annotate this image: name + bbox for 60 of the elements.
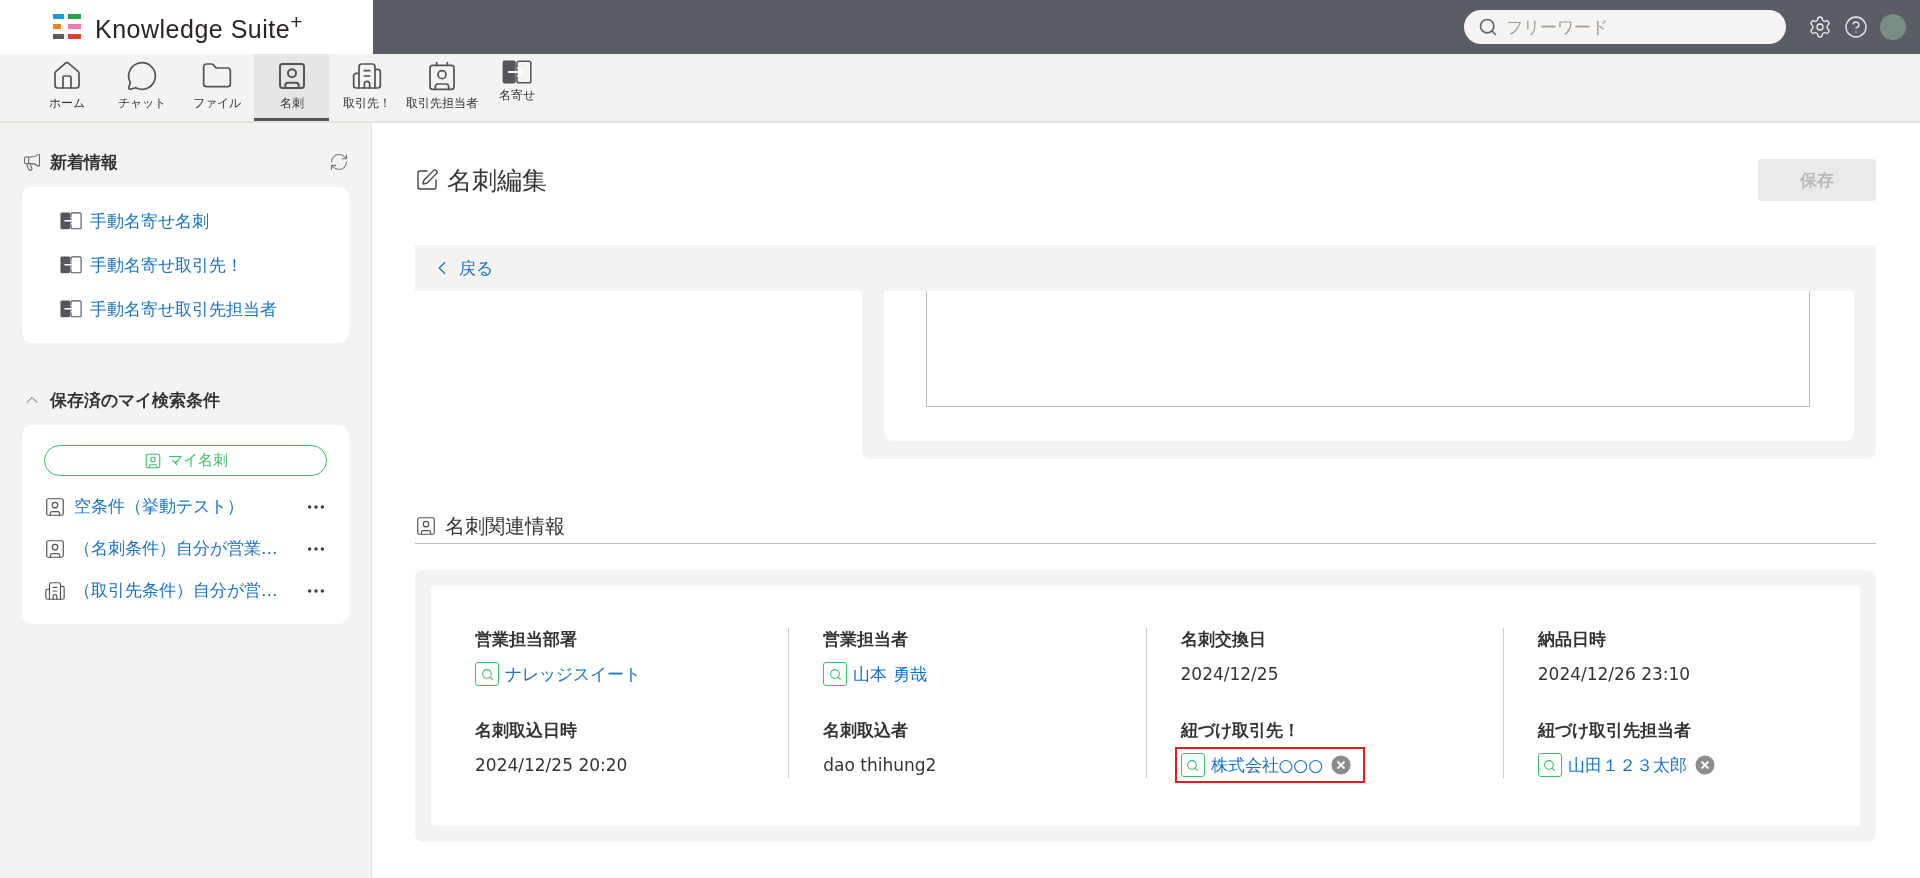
section-title: 新着情報: [50, 150, 118, 174]
clear-icon[interactable]: [1331, 755, 1351, 775]
nav-tab[interactable]: ホーム: [29, 54, 104, 121]
field-value: 2024/12/25: [1180, 663, 1280, 686]
merge-icon: [60, 212, 82, 230]
field-label: 名刺取込日時: [475, 719, 578, 742]
megaphone-icon: [22, 152, 42, 172]
merge-icon: [501, 60, 532, 84]
edit-icon: [415, 168, 439, 192]
field-label: 名刺交換日: [1180, 628, 1267, 651]
saved-search-link[interactable]: （名刺条件）自分が営業…: [44, 538, 305, 560]
lookup-link[interactable]: 山田１２３太郎: [1537, 753, 1687, 777]
chat-icon: [125, 60, 158, 92]
section-title: 保存済のマイ検索条件: [50, 388, 220, 412]
settings-icon[interactable]: [1808, 15, 1832, 39]
field-label: 名刺取込者: [823, 719, 910, 742]
search-icon: [475, 662, 499, 686]
page-title: 名刺編集: [447, 164, 547, 197]
search-icon: [1478, 17, 1498, 37]
building-icon: [350, 60, 383, 92]
field-label: 納品日時: [1537, 628, 1607, 651]
field-value: 2024/12/26 23:10: [1537, 663, 1692, 686]
app-logo-text: Knowledge Suite$^{+}$: [95, 9, 303, 45]
news-link[interactable]: 手動名寄せ取引先！: [44, 245, 327, 285]
nav-tab[interactable]: 取引先！: [329, 54, 404, 121]
section-title: 名刺関連情報: [445, 512, 565, 540]
field-label: 営業担当者: [823, 628, 910, 651]
logo-icon: [53, 14, 81, 40]
back-link[interactable]: 戻る: [431, 256, 493, 280]
field-label: 営業担当部署: [475, 628, 578, 651]
field-label: 紐づけ取引先！: [1180, 719, 1301, 742]
field-label: 紐づけ取引先担当者: [1537, 719, 1692, 742]
nav-tab[interactable]: 名刺: [254, 54, 329, 121]
nav-tab[interactable]: チャット: [104, 54, 179, 121]
field-value: dao thihung2: [823, 754, 938, 777]
saved-search-link[interactable]: （取引先条件）自分が営…: [44, 580, 305, 602]
search-icon: [823, 662, 848, 686]
nav-tab[interactable]: ファイル: [179, 54, 254, 121]
card-icon: [143, 451, 162, 470]
building-icon: [44, 580, 66, 602]
merge-icon: [60, 300, 82, 318]
nav-tab[interactable]: 取引先担当者: [404, 54, 479, 121]
lookup-link[interactable]: ナレッジスイート: [475, 662, 641, 686]
saved-search-link[interactable]: 空条件（挙動テスト）: [44, 496, 305, 518]
field-value: 2024/12/25 20:20: [475, 754, 629, 777]
card-icon: [415, 515, 437, 537]
search-icon: [1180, 753, 1205, 777]
merge-icon: [60, 256, 82, 274]
card-icon: [44, 496, 66, 518]
card-icon: [44, 538, 66, 560]
nav-tab[interactable]: 名寄せ: [479, 54, 554, 121]
clear-icon[interactable]: [1694, 755, 1715, 775]
lookup-link[interactable]: 山本 勇哉: [823, 662, 927, 686]
news-link[interactable]: 手動名寄せ名刺: [44, 201, 327, 241]
search-icon: [1537, 753, 1562, 777]
news-link[interactable]: 手動名寄せ取引先担当者: [44, 289, 327, 329]
help-icon[interactable]: [1844, 15, 1868, 39]
search-field[interactable]: フリーワード: [1464, 10, 1786, 44]
lookup-link[interactable]: 株式会社○○○: [1180, 753, 1359, 777]
refresh-icon[interactable]: [329, 152, 349, 172]
